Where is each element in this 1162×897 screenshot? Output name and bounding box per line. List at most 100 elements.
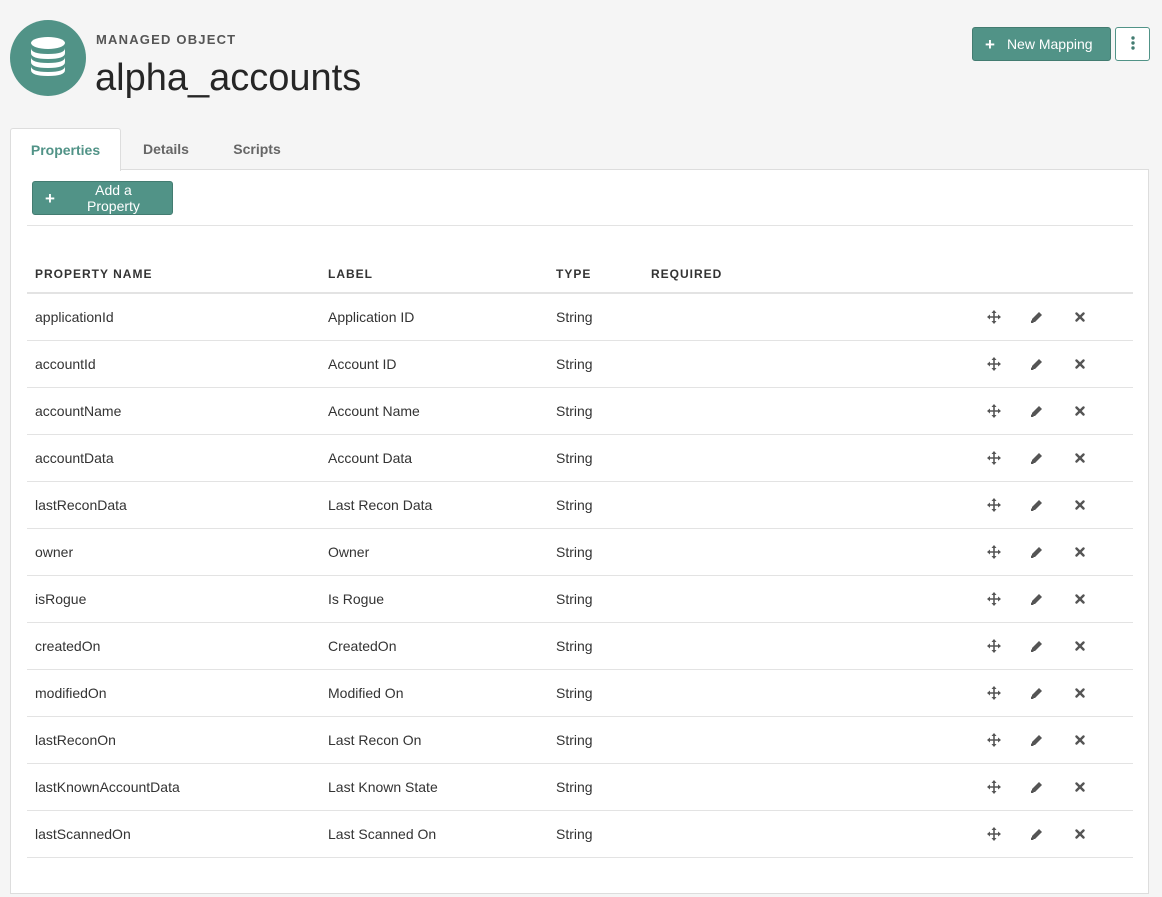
properties-panel: + Add a Property PROPERTY NAME LABEL TYP… bbox=[10, 169, 1149, 894]
table-row: lastScannedOn Last Scanned On String bbox=[27, 810, 1133, 858]
page-header: MANAGED OBJECT alpha_accounts + New Mapp… bbox=[10, 20, 1150, 99]
property-name-cell: lastKnownAccountData bbox=[27, 763, 320, 811]
pencil-icon[interactable] bbox=[1025, 353, 1047, 375]
close-icon[interactable] bbox=[1069, 541, 1091, 563]
property-type-cell: String bbox=[548, 622, 643, 670]
column-header-label: LABEL bbox=[320, 256, 548, 294]
move-icon[interactable] bbox=[983, 635, 1005, 657]
property-type-cell: String bbox=[548, 763, 643, 811]
pencil-icon[interactable] bbox=[1025, 494, 1047, 516]
close-icon[interactable] bbox=[1069, 729, 1091, 751]
property-type-cell: String bbox=[548, 810, 643, 858]
plus-icon: + bbox=[985, 34, 995, 54]
pencil-icon[interactable] bbox=[1025, 447, 1047, 469]
tab-properties[interactable]: Properties bbox=[10, 128, 121, 171]
property-name-cell: lastScannedOn bbox=[27, 810, 320, 858]
move-icon[interactable] bbox=[983, 682, 1005, 704]
close-icon[interactable] bbox=[1069, 353, 1091, 375]
property-label-cell: Account Name bbox=[320, 387, 548, 435]
property-type-cell: String bbox=[548, 434, 643, 482]
property-type-cell: String bbox=[548, 293, 643, 341]
move-icon[interactable] bbox=[983, 541, 1005, 563]
property-label-cell: CreatedOn bbox=[320, 622, 548, 670]
property-name-cell: owner bbox=[27, 528, 320, 576]
close-icon[interactable] bbox=[1069, 682, 1091, 704]
close-icon[interactable] bbox=[1069, 306, 1091, 328]
property-type-cell: String bbox=[548, 716, 643, 764]
property-required-cell bbox=[643, 763, 975, 811]
pencil-icon[interactable] bbox=[1025, 588, 1047, 610]
database-icon bbox=[30, 36, 66, 81]
new-mapping-button[interactable]: + New Mapping bbox=[972, 27, 1111, 61]
new-mapping-label: New Mapping bbox=[1006, 36, 1093, 52]
close-icon[interactable] bbox=[1069, 494, 1091, 516]
row-actions bbox=[975, 575, 1133, 623]
property-name-cell: accountData bbox=[27, 434, 320, 482]
move-icon[interactable] bbox=[983, 588, 1005, 610]
column-header-type: TYPE bbox=[548, 256, 643, 294]
property-required-cell bbox=[643, 810, 975, 858]
property-type-cell: String bbox=[548, 387, 643, 435]
move-icon[interactable] bbox=[983, 353, 1005, 375]
move-icon[interactable] bbox=[983, 729, 1005, 751]
tab-scripts[interactable]: Scripts bbox=[220, 128, 294, 170]
property-required-cell bbox=[643, 481, 975, 529]
plus-icon: + bbox=[45, 188, 55, 208]
property-name-cell: applicationId bbox=[27, 293, 320, 341]
property-required-cell bbox=[643, 669, 975, 717]
add-property-button[interactable]: + Add a Property bbox=[32, 181, 173, 215]
move-icon[interactable] bbox=[983, 823, 1005, 845]
close-icon[interactable] bbox=[1069, 400, 1091, 422]
pencil-icon[interactable] bbox=[1025, 635, 1047, 657]
more-options-button[interactable] bbox=[1115, 27, 1150, 61]
close-icon[interactable] bbox=[1069, 635, 1091, 657]
table-row: isRogue Is Rogue String bbox=[27, 575, 1133, 623]
properties-table: PROPERTY NAME LABEL TYPE REQUIRED applic… bbox=[27, 256, 1133, 858]
pencil-icon[interactable] bbox=[1025, 729, 1047, 751]
page-eyebrow: MANAGED OBJECT bbox=[96, 32, 237, 47]
close-icon[interactable] bbox=[1069, 823, 1091, 845]
row-actions bbox=[975, 293, 1133, 341]
add-property-label: Add a Property bbox=[87, 182, 140, 214]
table-row: accountId Account ID String bbox=[27, 340, 1133, 388]
move-icon[interactable] bbox=[983, 776, 1005, 798]
column-header-property-name: PROPERTY NAME bbox=[27, 256, 320, 294]
property-name-cell: isRogue bbox=[27, 575, 320, 623]
row-actions bbox=[975, 434, 1133, 482]
move-icon[interactable] bbox=[983, 400, 1005, 422]
row-actions bbox=[975, 716, 1133, 764]
move-icon[interactable] bbox=[983, 306, 1005, 328]
close-icon[interactable] bbox=[1069, 447, 1091, 469]
close-icon[interactable] bbox=[1069, 588, 1091, 610]
property-required-cell bbox=[643, 434, 975, 482]
row-actions bbox=[975, 763, 1133, 811]
row-actions bbox=[975, 340, 1133, 388]
pencil-icon[interactable] bbox=[1025, 306, 1047, 328]
table-row: owner Owner String bbox=[27, 528, 1133, 576]
row-actions bbox=[975, 810, 1133, 858]
pencil-icon[interactable] bbox=[1025, 823, 1047, 845]
close-icon[interactable] bbox=[1069, 776, 1091, 798]
pencil-icon[interactable] bbox=[1025, 682, 1047, 704]
pencil-icon[interactable] bbox=[1025, 776, 1047, 798]
page-title: alpha_accounts bbox=[95, 57, 362, 99]
property-required-cell bbox=[643, 387, 975, 435]
table-row: accountData Account Data String bbox=[27, 434, 1133, 482]
table-header-row: PROPERTY NAME LABEL TYPE REQUIRED bbox=[27, 256, 1133, 294]
tab-details[interactable]: Details bbox=[131, 128, 201, 170]
property-type-cell: String bbox=[548, 669, 643, 717]
table-row: lastReconData Last Recon Data String bbox=[27, 481, 1133, 529]
property-required-cell bbox=[643, 575, 975, 623]
property-required-cell bbox=[643, 293, 975, 341]
move-icon[interactable] bbox=[983, 447, 1005, 469]
move-icon[interactable] bbox=[983, 494, 1005, 516]
pencil-icon[interactable] bbox=[1025, 541, 1047, 563]
table-row: modifiedOn Modified On String bbox=[27, 669, 1133, 717]
property-type-cell: String bbox=[548, 340, 643, 388]
property-name-cell: modifiedOn bbox=[27, 669, 320, 717]
property-type-cell: String bbox=[548, 575, 643, 623]
property-label-cell: Last Recon Data bbox=[320, 481, 548, 529]
property-label-cell: Last Known State bbox=[320, 763, 548, 811]
pencil-icon[interactable] bbox=[1025, 400, 1047, 422]
row-actions bbox=[975, 622, 1133, 670]
